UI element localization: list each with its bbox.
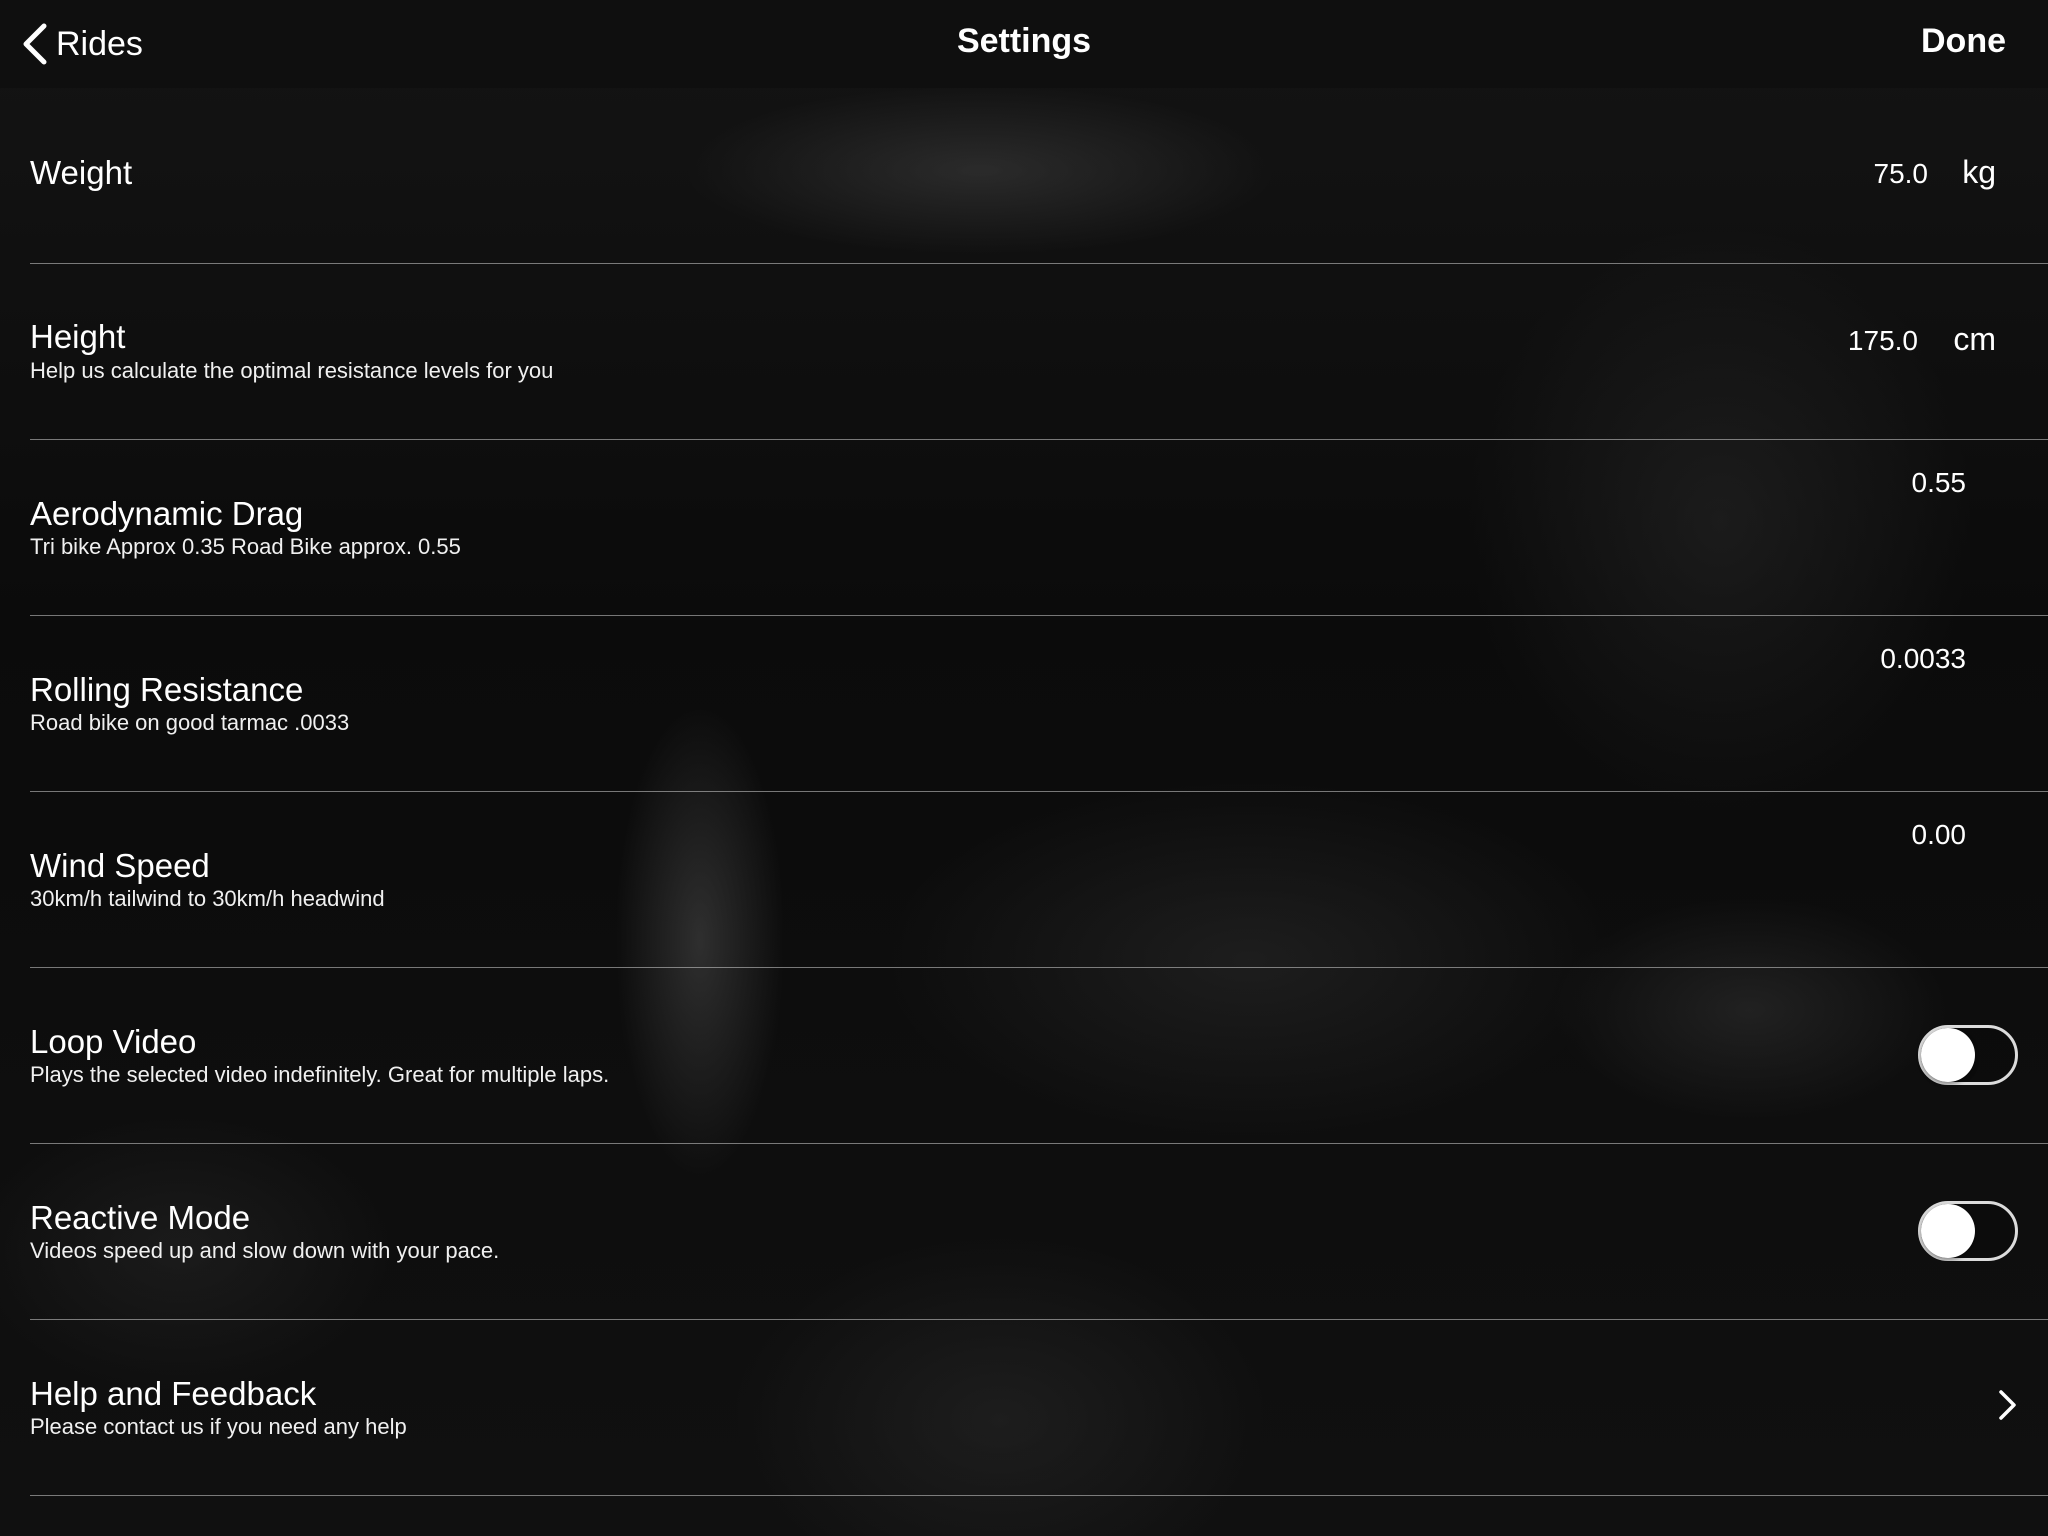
wind-speed-value[interactable]: 0.00 [1912,819,1967,851]
back-button-label: Rides [56,24,143,63]
weight-unit: kg [1962,154,1996,190]
reactive-mode-subtitle: Videos speed up and slow down with your … [30,1238,500,1263]
rolling-resistance-row[interactable]: Rolling Resistance Road bike on good tar… [30,616,2048,792]
loop-video-title: Loop Video [30,1023,197,1060]
reactive-mode-toggle[interactable] [1918,1201,2018,1261]
toggle-knob [1921,1204,1975,1258]
aerodynamic-drag-subtitle: Tri bike Approx 0.35 Road Bike approx. 0… [30,534,461,559]
loop-video-subtitle: Plays the selected video indefinitely. G… [30,1062,610,1087]
aerodynamic-drag-row[interactable]: Aerodynamic Drag Tri bike Approx 0.35 Ro… [30,440,2048,616]
wind-speed-subtitle: 30km/h tailwind to 30km/h headwind [30,886,385,911]
aerodynamic-drag-value[interactable]: 0.55 [1912,467,1967,499]
page-title: Settings [956,22,1092,60]
reactive-mode-row: Reactive Mode Videos speed up and slow d… [30,1144,2048,1320]
wind-speed-row[interactable]: Wind Speed 30km/h tailwind to 30km/h hea… [30,792,2048,968]
weight-value[interactable]: 75.0 [1874,158,1929,190]
back-button[interactable]: Rides [20,20,143,68]
settings-list: Weight 75.0 kg Height Help us calculate … [0,88,2048,1496]
loop-video-row: Loop Video Plays the selected video inde… [30,968,2048,1144]
height-title: Height [30,318,126,355]
rolling-resistance-title: Rolling Resistance [30,671,304,708]
weight-row[interactable]: Weight 75.0 kg [30,88,2048,264]
loop-video-toggle[interactable] [1918,1025,2018,1085]
chevron-left-icon [23,23,47,65]
rolling-resistance-subtitle: Road bike on good tarmac .0033 [30,710,350,735]
chevron-right-icon [1999,1390,2016,1420]
navigation-bar: Rides Settings Done [0,0,2048,88]
aerodynamic-drag-title: Aerodynamic Drag [30,495,304,532]
height-unit: cm [1953,321,1996,357]
weight-title: Weight [30,154,133,191]
reactive-mode-title: Reactive Mode [30,1199,251,1236]
help-feedback-row[interactable]: Help and Feedback Please contact us if y… [30,1320,2048,1496]
height-row[interactable]: Height Help us calculate the optimal res… [30,264,2048,440]
done-button[interactable]: Done [1921,22,2006,61]
help-feedback-subtitle: Please contact us if you need any help [30,1414,407,1439]
help-feedback-title: Help and Feedback [30,1375,317,1412]
height-value[interactable]: 175.0 [1848,325,1918,357]
height-subtitle: Help us calculate the optimal resistance… [30,358,554,383]
rolling-resistance-value[interactable]: 0.0033 [1880,643,1966,675]
toggle-knob [1921,1028,1975,1082]
wind-speed-title: Wind Speed [30,847,210,884]
